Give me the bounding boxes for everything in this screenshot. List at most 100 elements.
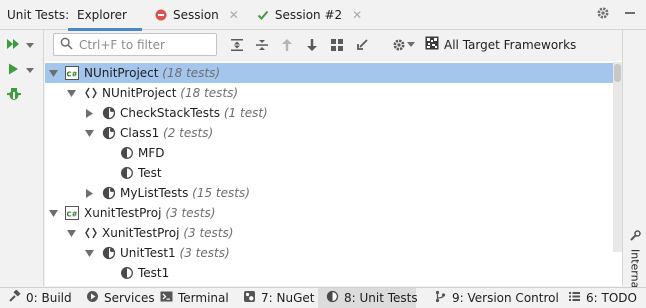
tab-label: Session #2 <box>274 7 343 22</box>
namespace-icon <box>84 86 98 100</box>
wrench-icon <box>629 230 641 245</box>
build-label: 0: Build <box>26 291 72 305</box>
node-label: CheckStackTests <box>120 106 221 120</box>
tree-row[interactable]: MFD <box>45 143 613 163</box>
gear-icon[interactable] <box>596 6 610 23</box>
dropdown-arrow-icon[interactable] <box>26 63 34 77</box>
arrow-up-icon[interactable] <box>279 37 295 53</box>
tree-row[interactable]: Class1 (2 tests) <box>45 123 613 143</box>
bug-icon <box>6 87 22 104</box>
framework-label: All Target Frameworks <box>444 37 577 52</box>
target-framework-selector[interactable]: All Target Frameworks <box>425 36 576 53</box>
collapse-all-icon[interactable] <box>254 37 270 53</box>
close-icon[interactable]: ✕ <box>352 8 362 22</box>
node-label: Test <box>138 166 162 180</box>
tree-row[interactable]: NUnitProject (18 tests) <box>45 83 613 103</box>
expand-all-icon[interactable] <box>229 37 245 53</box>
right-side-stripe: Internal <box>622 30 646 291</box>
minimize-icon[interactable] <box>624 7 636 22</box>
test-class-icon <box>102 106 116 120</box>
error-stop-icon <box>155 9 167 21</box>
unit-test-tree[interactable]: C# NUnitProject (18 tests) NUnitProject … <box>45 61 622 286</box>
tree-row[interactable]: Test <box>45 163 613 183</box>
tree-row[interactable]: MyListTests (15 tests) <box>45 183 613 203</box>
unit-tests-icon <box>326 290 339 306</box>
todo-icon <box>568 290 581 306</box>
expand-arrow-icon[interactable] <box>84 248 94 258</box>
test-count: (18 tests) <box>180 86 239 100</box>
version-control-label: 9: Version Control <box>452 291 559 305</box>
tab-session[interactable]: Session ✕ <box>146 0 248 30</box>
settings-gear-icon[interactable] <box>391 37 407 53</box>
expand-arrow-icon[interactable] <box>66 88 76 98</box>
expand-arrow-icon[interactable] <box>66 228 76 238</box>
tree-row[interactable]: CheckStackTests (1 test) <box>45 103 613 123</box>
version-control-icon <box>434 290 447 306</box>
test-count: (18 tests) <box>162 66 221 80</box>
test-count: (1 test) <box>223 106 268 120</box>
tree-scrollbar[interactable] <box>613 62 622 252</box>
export-icon[interactable] <box>354 37 370 53</box>
internal-label: Internal <box>628 249 642 292</box>
collapse-arrow-icon[interactable] <box>84 188 94 198</box>
tab-label: Explorer <box>77 7 127 22</box>
node-label: NUnitProject <box>102 86 177 100</box>
csharp-project-icon: C# <box>65 206 79 220</box>
test-count: (2 tests) <box>163 126 214 140</box>
expand-arrow-icon[interactable] <box>48 208 58 218</box>
dropdown-arrow-icon[interactable] <box>407 37 415 53</box>
tree-row[interactable]: UnitTest1 (3 tests) <box>45 243 613 263</box>
tree-row[interactable]: C# XunitTestProj (3 tests) <box>45 203 613 223</box>
nuget-tool-button[interactable]: 7: NuGet <box>243 288 314 308</box>
services-icon <box>86 290 99 306</box>
test-class-icon <box>102 246 116 260</box>
test-count: (3 tests) <box>179 246 230 260</box>
scrollbar-thumb[interactable] <box>614 64 621 82</box>
todo-label: 6: TODO <box>586 291 637 305</box>
node-label: MFD <box>138 146 165 160</box>
version-control-tool-button[interactable]: 9: Version Control <box>434 288 559 308</box>
tab-session-2[interactable]: Session #2 ✕ <box>248 0 371 30</box>
todo-tool-button[interactable]: 6: TODO <box>568 288 637 308</box>
svg-text:C#: C# <box>66 211 77 219</box>
framework-icon <box>425 36 439 53</box>
explorer-toolbar: All Target Frameworks <box>45 30 622 60</box>
tree-row[interactable]: XunitTestProj (3 tests) <box>45 223 613 243</box>
unit-tests-tool-button[interactable]: 8: Unit Tests <box>318 288 418 308</box>
filter-box[interactable] <box>53 33 217 56</box>
group-by-icon[interactable] <box>329 37 345 53</box>
tree-row[interactable]: C# NUnitProject (18 tests) <box>45 63 613 83</box>
nuget-icon <box>243 290 256 306</box>
build-tool-button[interactable]: 0: Build <box>8 288 72 308</box>
arrow-down-icon[interactable] <box>304 37 320 53</box>
collapse-arrow-icon[interactable] <box>84 108 94 118</box>
internal-panel-button[interactable]: Internal <box>625 230 645 291</box>
checkmark-icon <box>257 9 269 21</box>
search-input[interactable] <box>79 37 199 52</box>
svg-text:C#: C# <box>66 71 77 79</box>
close-icon[interactable]: ✕ <box>229 8 239 22</box>
search-icon <box>60 37 73 53</box>
terminal-icon <box>160 290 173 306</box>
services-tool-button[interactable]: Services <box>86 288 155 308</box>
run-button[interactable] <box>6 61 40 79</box>
expand-arrow-icon[interactable] <box>48 68 58 78</box>
services-label: Services <box>104 291 155 305</box>
expand-arrow-icon[interactable] <box>84 128 94 138</box>
namespace-icon <box>84 226 98 240</box>
run-icon <box>6 62 22 79</box>
test-class-icon <box>102 126 116 140</box>
terminal-tool-button[interactable]: Terminal <box>160 288 229 308</box>
tree-row[interactable]: Test1 <box>45 263 613 283</box>
tab-explorer[interactable]: Explorer <box>68 0 142 31</box>
test-class-icon <box>102 186 116 200</box>
build-icon <box>8 289 21 306</box>
run-all-button[interactable] <box>6 36 40 54</box>
dropdown-arrow-icon[interactable] <box>26 38 34 52</box>
node-label: XunitTestProj <box>84 206 162 220</box>
left-action-strip <box>0 30 44 286</box>
tab-label: Session <box>173 7 219 22</box>
node-label: MyListTests <box>120 186 189 200</box>
unit-tests-label: 8: Unit Tests <box>344 291 418 305</box>
debug-button[interactable] <box>6 86 40 104</box>
